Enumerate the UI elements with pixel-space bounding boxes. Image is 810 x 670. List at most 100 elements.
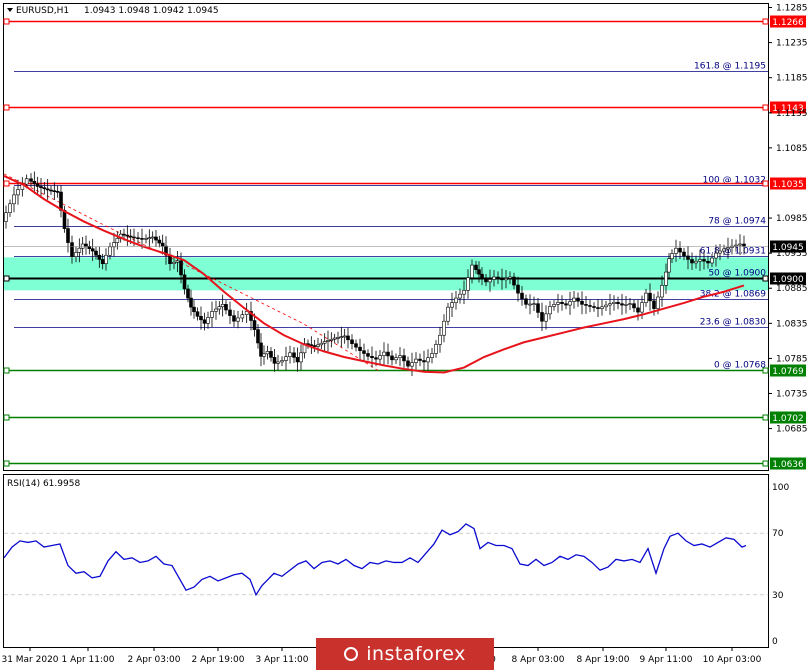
candle-bear [122,233,126,236]
candle-bear [49,189,53,192]
instaforex-logo: instaforex [316,638,494,670]
candle-bull [628,303,632,305]
fibo-level-label: 78 @ 1.0974 [708,217,766,227]
candle-bull [378,355,382,360]
candle-bear [496,276,500,279]
candle-bull [322,341,327,344]
level-anchor-handle [3,275,10,282]
candle-bull [262,353,266,357]
candle-bull [548,306,552,315]
candle-bear [45,188,50,191]
candle-bull [446,306,450,322]
candle-bull [640,302,644,313]
candle-bear [374,357,378,360]
rsi-title: RSI(14) 61.9958 [7,479,80,489]
candle-bull [398,355,402,359]
candle-bear [524,298,528,305]
candle-bear [706,260,710,264]
candle-bear [309,344,314,346]
time-tick-label: 3 Apr 11:00 [256,655,309,665]
candle-bear [55,191,60,193]
candle-bear [402,355,406,362]
candle-bear [480,273,484,279]
level-anchor-handle [762,18,769,25]
candle-bull [644,292,648,303]
candle-bull [664,271,668,286]
candle-bear [179,260,183,276]
price-tick-label: 1.0685 [776,425,808,435]
candle-bull [674,247,678,254]
candle-bull [426,357,430,363]
candle-bear [516,284,520,294]
candle-bear [362,350,366,354]
candle-bear [512,276,516,286]
candle-bear [560,301,564,304]
candle-bull [726,247,730,250]
candle-bear [596,307,600,309]
rsi-tick-label: 100 [772,483,789,493]
candle-bull [16,189,20,196]
candle-bear [354,343,358,348]
candle-bull [80,243,85,249]
candle-bull [508,276,512,279]
candle-bear [620,303,624,306]
candle-bull [450,302,454,308]
time-tick-label: 10 Apr 03:00 [703,655,762,665]
candle-bear [192,306,196,313]
level-price-label: 1.1035 [772,180,804,190]
candle-bear [32,181,37,185]
candle-bull [326,340,330,342]
candle-bull [442,320,446,336]
candle-bull [332,337,337,340]
candle-bull [115,238,120,243]
candle-bear [35,183,40,187]
price-tick-label: 1.1085 [776,144,808,154]
candle-bull [4,212,8,222]
candle-bear [97,254,102,260]
candle-bear [62,210,67,229]
candle-bull [667,258,671,273]
candle-bear [29,178,33,182]
candle-bull [430,353,434,359]
candle-bull [504,278,508,281]
time-tick-label: 9 Apr 11:00 [640,655,693,665]
candle-bear [90,248,95,252]
candle-bear [70,242,74,257]
candle-bull [488,279,492,283]
candle-bull [466,277,470,291]
candle-bear [140,238,144,240]
ohlc-readout: 1.0943 1.0948 1.0942 1.0945 [84,6,219,16]
candle-bear [386,351,390,357]
candle-bear [520,292,524,300]
candle-bear [592,306,596,308]
candle-bull [214,308,218,312]
candle-bear [272,357,277,364]
candle-bull [532,303,536,305]
time-tick-label: 2 Apr 03:00 [128,655,181,665]
time-tick-label: 31 Mar 2020 [1,655,58,665]
candle-bull [147,237,152,240]
candle-bull [410,362,414,367]
candle-bull [12,194,16,205]
candle-bull [552,304,556,307]
candle-bear [157,239,162,244]
candle-bull [698,259,702,262]
candle-bear [632,303,636,309]
candle-bear [232,315,236,322]
candle-bull [454,297,458,303]
level-price-label: 1.1266 [772,18,804,28]
candle-bear [84,243,88,247]
candle-bull [288,352,292,357]
candle-bull [670,253,674,260]
candle-bear [256,329,260,344]
candle-bull [660,285,664,298]
candle-bull [394,357,398,361]
candle-bull [438,334,442,345]
candle-bull [108,246,112,256]
fibo-level-label: 0 @ 1.0768 [714,361,766,371]
candle-bear [540,312,544,322]
candle-bear [199,316,203,321]
candle-bear [682,251,686,257]
candle-bull [220,304,225,308]
candle-bull [556,301,560,305]
